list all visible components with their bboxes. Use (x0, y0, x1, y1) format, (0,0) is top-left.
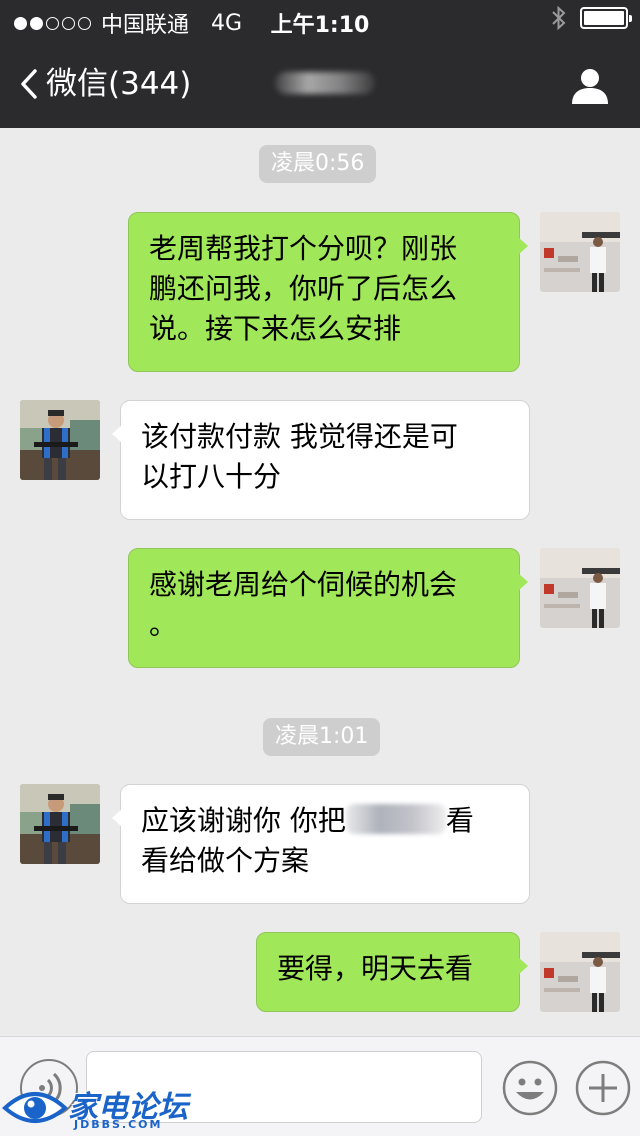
message-bubble-sent[interactable]: 感谢老周给个伺候的机会 。 (128, 548, 528, 668)
eye-logo-icon (2, 1092, 68, 1123)
message-line: 鹏还问我，你听了后怎么 (149, 272, 458, 305)
watermark-logo: 家电论坛 JDBBS.COM (2, 1078, 188, 1134)
redacted-text (345, 804, 446, 834)
my-avatar[interactable] (540, 212, 620, 292)
message-timestamp: 凌晨1:01 (263, 718, 381, 756)
message-bubble-sent[interactable]: 要得，明天去看 (256, 932, 528, 1012)
emoji-button[interactable] (501, 1059, 559, 1117)
status-bar: 中国联通 4G 上午1:10 (0, 0, 640, 40)
plus-button[interactable] (574, 1059, 632, 1117)
emoji-icon (502, 1060, 558, 1116)
message-bubble-sent[interactable]: 老周帮我打个分呗？刚张 鹏还问我，你听了后怎么 说。接下来怎么安排 (128, 212, 528, 372)
message-bubble-received[interactable]: 应该谢谢你 你把 看 看给做个方案 (112, 784, 530, 904)
message-timestamp: 凌晨0:56 (259, 145, 377, 183)
back-button[interactable]: 微信(344) (20, 64, 191, 104)
message-line: 感谢老周给个伺候的机会 (149, 568, 458, 601)
chat-area: 凌晨0:56 老周帮我打个分呗？刚张 鹏还问我，你听了后怎么 说。接下来怎么安排 (0, 128, 640, 1036)
message-bubble-received[interactable]: 该付款付款 我觉得还是可 以打八十分 (112, 400, 530, 520)
message-text: 应该谢谢你 你把 (141, 804, 346, 837)
chat-title-redacted (275, 72, 375, 94)
message-line: 该付款付款 我觉得还是可 (141, 420, 458, 453)
avatar-image (20, 400, 100, 480)
avatar-image (540, 212, 620, 292)
my-avatar[interactable] (540, 932, 620, 1012)
plus-icon (575, 1060, 631, 1116)
avatar-image (20, 784, 100, 864)
chevron-left-icon (21, 69, 37, 99)
bluetooth-icon (552, 6, 566, 30)
my-avatar[interactable] (540, 548, 620, 628)
contact-avatar[interactable] (20, 400, 100, 480)
watermark-subtext: JDBBS.COM (74, 1118, 163, 1131)
contact-avatar[interactable] (20, 784, 100, 864)
message-line: 。 (149, 608, 178, 641)
nav-bar: 微信(344) (0, 40, 640, 128)
message-line: 应该谢谢你 你把 看 (141, 801, 509, 841)
message-line: 以打八十分 (141, 460, 282, 493)
message-text: 看 (445, 804, 474, 837)
status-time: 上午1:10 (270, 13, 370, 38)
battery-icon (580, 7, 632, 29)
battery-fill (584, 11, 624, 25)
back-label: 微信(344) (46, 66, 192, 102)
avatar-image (540, 932, 620, 1012)
message-line: 老周帮我打个分呗？刚张 (149, 232, 458, 265)
avatar-image (540, 548, 620, 628)
message-line: 要得，明天去看 (277, 952, 474, 985)
message-line: 看给做个方案 (141, 844, 310, 877)
message-line: 说。接下来怎么安排 (149, 312, 402, 345)
status-right (552, 6, 632, 30)
person-icon[interactable] (570, 66, 610, 106)
